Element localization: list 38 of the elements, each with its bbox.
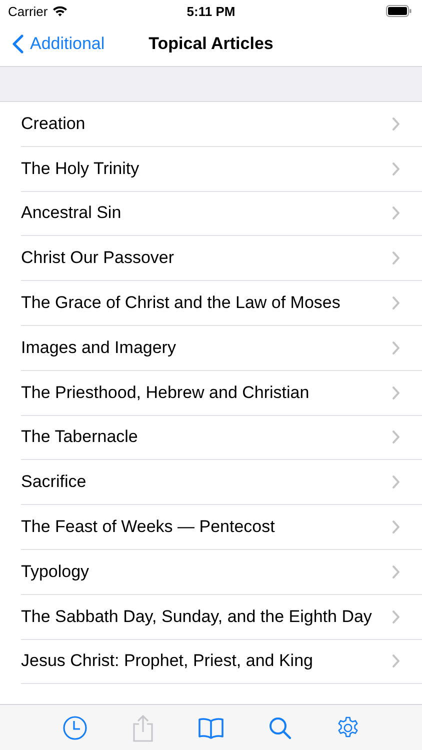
chevron-right-icon [392, 610, 400, 624]
page-title: Topical Articles [148, 34, 274, 54]
chevron-right-icon [392, 564, 400, 579]
chevron-right-icon [392, 520, 400, 534]
article-row[interactable]: The Tabernacle [21, 416, 422, 460]
article-row[interactable]: The Grace of Christ and the Law of Moses [21, 281, 422, 326]
article-row[interactable]: Christ Our Passover [21, 236, 422, 282]
chevron-right-icon [392, 206, 400, 220]
article-row[interactable]: Creation [21, 102, 422, 147]
article-row[interactable]: The Sabbath Day, Sunday, and the Eighth Day [21, 594, 422, 640]
article-row[interactable]: Sacrifice [21, 460, 422, 506]
search-icon [268, 716, 292, 740]
article-row[interactable]: The Priesthood, Hebrew and Christian [21, 370, 422, 416]
chevron-right-icon [392, 251, 400, 266]
chevron-right-icon [392, 386, 400, 400]
chevron-right-icon [392, 340, 400, 355]
article-row[interactable]: Ancestral Sin [21, 192, 422, 236]
back-button[interactable]: Additional [0, 34, 105, 54]
chevron-right-icon [392, 654, 400, 668]
chevron-right-icon [392, 296, 400, 310]
chevron-right-icon [392, 475, 400, 490]
settings-icon [336, 716, 360, 740]
article-row[interactable]: The Holy Trinity [21, 146, 422, 192]
chevron-right-icon [392, 162, 400, 176]
battery-icon [386, 5, 412, 17]
article-row[interactable]: Typology [21, 550, 422, 595]
chevron-right-icon [392, 430, 400, 444]
share-icon [132, 714, 154, 742]
time-label: 5:11 PM [186, 4, 236, 18]
chevron-left-icon [12, 34, 24, 54]
article-row[interactable]: Jesus Christ: Prophet, Priest, and King [21, 640, 422, 684]
article-row[interactable]: Images and Imagery [21, 326, 422, 371]
chevron-right-icon [392, 116, 400, 131]
carrier-label: Carrier [8, 4, 48, 18]
article-row[interactable]: The Feast of Weeks — Pentecost [21, 505, 422, 550]
clock-icon [62, 714, 88, 740]
book-icon [198, 716, 224, 738]
wifi-icon [52, 5, 68, 17]
